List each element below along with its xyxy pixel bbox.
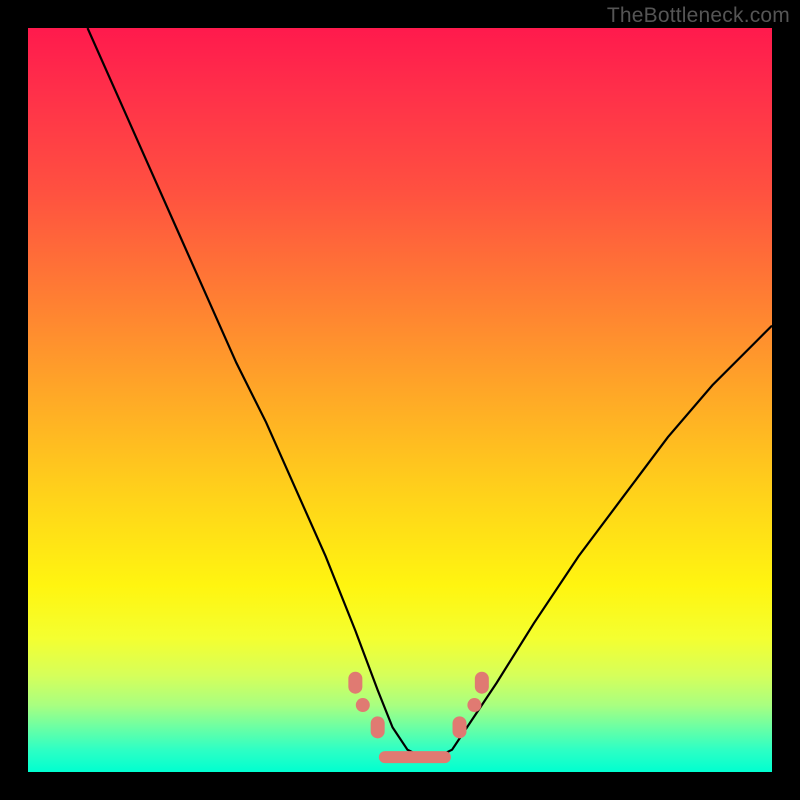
right-marker-3 bbox=[475, 672, 489, 694]
chart-frame: TheBottleneck.com bbox=[0, 0, 800, 800]
right-marker-2 bbox=[467, 698, 481, 712]
bottleneck-curve-path bbox=[88, 28, 772, 757]
floor-dash bbox=[379, 751, 451, 763]
left-marker-3 bbox=[371, 716, 385, 738]
right-marker-1 bbox=[453, 716, 467, 738]
watermark-text: TheBottleneck.com bbox=[607, 4, 790, 28]
plot-area bbox=[28, 28, 772, 772]
marker-layer bbox=[348, 672, 488, 763]
curve-layer bbox=[28, 28, 772, 772]
left-marker-1 bbox=[348, 672, 362, 694]
bottleneck-curve bbox=[88, 28, 772, 757]
left-marker-2 bbox=[356, 698, 370, 712]
